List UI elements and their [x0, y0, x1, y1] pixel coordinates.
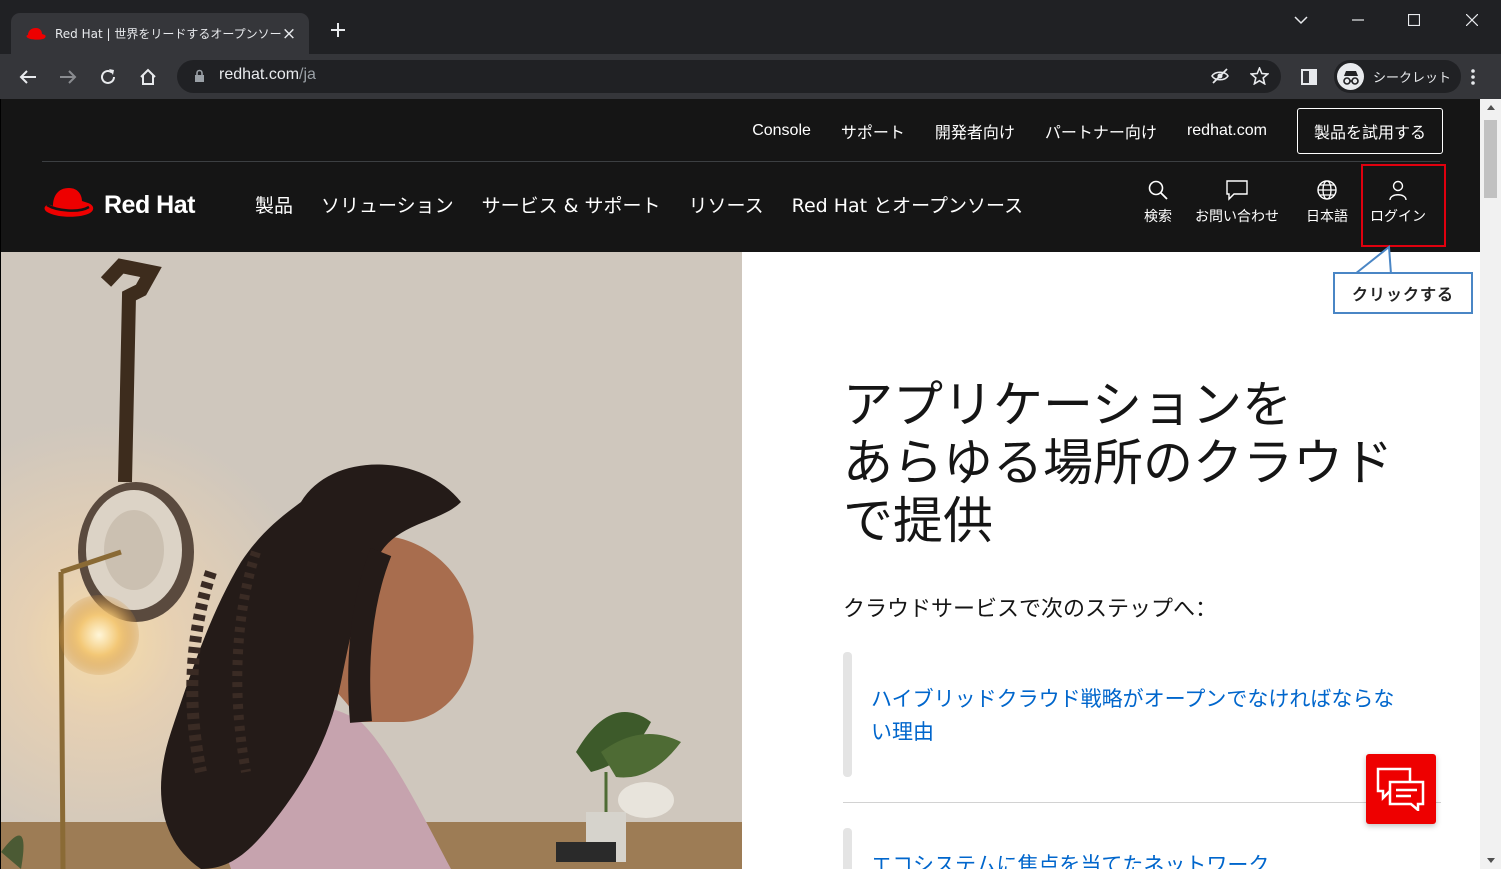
star-bookmark-icon[interactable]: [1250, 67, 1269, 85]
search-icon: [1148, 180, 1168, 200]
maximize-icon: [1408, 14, 1420, 26]
redhat-hat-icon: [44, 188, 94, 217]
chat-bubble-icon: [1226, 180, 1248, 201]
url-text: redhat.com/ja: [219, 66, 316, 84]
utility-link-redhat-com[interactable]: redhat.com: [1187, 122, 1267, 140]
utility-link-partners[interactable]: パートナー向け: [1045, 119, 1157, 143]
incognito-indicator[interactable]: シークレット: [1334, 60, 1462, 93]
back-button[interactable]: [13, 62, 43, 92]
eye-slash-icon[interactable]: [1210, 68, 1230, 85]
lock-icon: [195, 69, 204, 82]
plus-icon: [331, 23, 345, 37]
utility-link-developers[interactable]: 開発者向け: [935, 119, 1015, 143]
contact-label: お問い合わせ: [1195, 209, 1279, 225]
card-link-hybrid-cloud[interactable]: ハイブリッドクラウド戦略がオープンでなければならない理由: [871, 683, 1401, 749]
incognito-label: シークレット: [1373, 71, 1452, 86]
card-accent-bar-2: [843, 828, 852, 869]
reload-icon: [101, 69, 115, 84]
chat-icon: [1376, 767, 1425, 811]
nav-products[interactable]: 製品: [255, 191, 293, 218]
page-viewport: Console サポート 開発者向け パートナー向け redhat.com 製品…: [0, 99, 1501, 869]
tab-search-button[interactable]: [1289, 8, 1313, 32]
redhat-favicon-icon: [26, 27, 46, 40]
page-scrollbar[interactable]: [1480, 99, 1501, 869]
nav-resources[interactable]: リソース: [689, 191, 764, 218]
language-nav-button[interactable]: 日本語: [1306, 179, 1348, 235]
nav-services-support[interactable]: サービス & サポート: [482, 191, 661, 218]
tab-close-icon[interactable]: ×: [281, 24, 297, 44]
login-highlight-box: [1361, 164, 1446, 247]
menu-button[interactable]: [1458, 62, 1488, 92]
utility-link-support[interactable]: サポート: [841, 119, 905, 143]
url-host: redhat.com: [219, 66, 300, 83]
hero-headline: アプリケーションを あらゆる場所のクラウド で提供: [843, 376, 1443, 550]
close-window-button[interactable]: [1460, 8, 1484, 32]
nav-solutions[interactable]: ソリューション: [321, 191, 454, 218]
chat-button[interactable]: [1366, 754, 1436, 824]
redhat-logo[interactable]: Red Hat: [41, 185, 195, 225]
click-callout: クリックする: [1333, 272, 1473, 314]
incognito-icon: [1337, 63, 1364, 90]
scroll-down-arrow-icon[interactable]: [1480, 852, 1501, 869]
reload-button[interactable]: [93, 62, 123, 92]
search-label: 検索: [1144, 209, 1172, 225]
kebab-menu-icon: [1471, 69, 1475, 85]
close-icon: [1466, 14, 1478, 26]
chevron-down-icon: [1294, 15, 1308, 24]
nav-redhat-open-source[interactable]: Red Hat とオープンソース: [792, 191, 1023, 218]
utility-nav: Console サポート 開発者向け パートナー向け redhat.com 製品…: [722, 99, 1443, 162]
tab-title: Red Hat | 世界をリードするオープンソース企業: [55, 27, 281, 41]
scrollbar-thumb[interactable]: [1484, 120, 1497, 198]
browser-tab[interactable]: Red Hat | 世界をリードするオープンソース企業 ×: [11, 13, 309, 54]
headline-line-2: あらゆる場所のクラウド: [843, 434, 1393, 492]
home-icon: [140, 68, 156, 85]
header-divider: [42, 161, 1440, 162]
main-nav: 製品 ソリューション サービス & サポート リソース Red Hat とオープ…: [255, 191, 1051, 218]
minimize-button[interactable]: [1346, 8, 1370, 32]
hero-image: [1, 252, 742, 869]
arrow-left-icon: [19, 70, 36, 84]
address-bar[interactable]: redhat.com/ja: [177, 60, 1281, 93]
site-header: Console サポート 開発者向け パートナー向け redhat.com 製品…: [1, 99, 1481, 252]
card-link-ecosystem[interactable]: エコシステムに焦点を当てたネットワーク: [871, 849, 1401, 869]
headline-line-3: で提供: [843, 492, 993, 550]
card-accent-bar: [843, 652, 852, 777]
url-path: /ja: [299, 66, 316, 83]
card-divider: [843, 802, 1441, 803]
language-label: 日本語: [1306, 209, 1348, 225]
side-panel-button[interactable]: [1294, 62, 1324, 92]
forward-button[interactable]: [53, 62, 83, 92]
headline-line-1: アプリケーションを: [843, 376, 1292, 434]
hero-subhead: クラウドサービスで次のステップへ：: [843, 597, 1218, 622]
home-button[interactable]: [133, 62, 163, 92]
callout-pointer: [1354, 245, 1392, 275]
arrow-right-icon: [60, 70, 77, 84]
scroll-up-arrow-icon[interactable]: [1480, 99, 1501, 116]
new-tab-button[interactable]: [322, 14, 354, 46]
side-panel-icon: [1301, 69, 1317, 85]
minimize-icon: [1352, 19, 1364, 21]
tab-strip: Red Hat | 世界をリードするオープンソース企業 ×: [0, 0, 1501, 54]
utility-link-console[interactable]: Console: [752, 122, 811, 140]
contact-nav-button[interactable]: お問い合わせ: [1195, 179, 1279, 235]
try-products-button[interactable]: 製品を試用する: [1296, 107, 1443, 154]
logo-text: Red Hat: [104, 190, 195, 219]
search-nav-button[interactable]: 検索: [1144, 179, 1172, 235]
maximize-button[interactable]: [1402, 8, 1426, 32]
globe-icon: [1317, 180, 1337, 200]
